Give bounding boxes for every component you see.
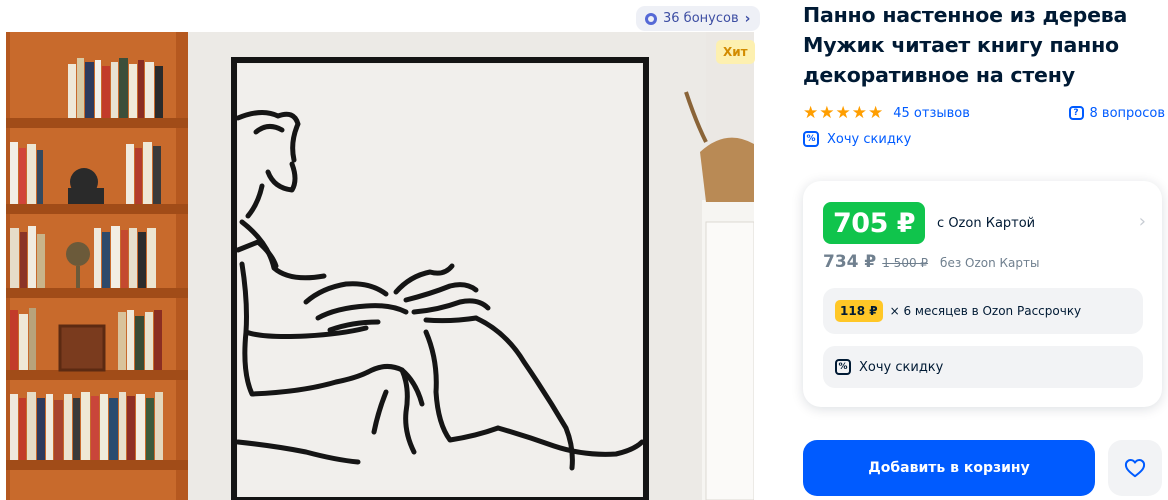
questions-link[interactable]: ? 8 вопросов [1068,105,1166,121]
rating-row: ★ ★ ★ ★ ★ 45 отзывов ? 8 вопросов [803,104,1165,122]
old-price: 1 500 ₽ [882,256,929,270]
bonus-label: 36 бонусов [663,11,739,26]
questions-label: 8 вопросов [1089,105,1166,121]
bonus-icon [645,12,657,25]
star-icon: ★ [868,103,884,123]
bonus-pill[interactable]: 36 бонусов › [636,6,761,31]
product-photo [6,32,754,500]
card-price: 705 ₽ [823,202,926,244]
star-icon: ★ [835,103,851,123]
card-price-note: с Ozon Картой [937,215,1036,231]
favorite-button[interactable] [1108,440,1162,496]
want-discount-label: Хочу скидку [827,131,912,147]
card-price-row[interactable]: 705 ₽ с Ozon Картой [823,202,1035,244]
price-card: 705 ₽ с Ozon Картой › 734 ₽ 1 500 ₽ без … [803,181,1162,407]
percent-icon: % [803,131,819,147]
installment-option[interactable]: 118 ₽ × 6 месяцев в Ozon Рассрочку [823,288,1143,334]
product-title: Панно настенное из дерева Мужик читает к… [803,3,1128,87]
star-icon: ★ [819,103,835,123]
regular-price-note: без Ozon Карты [940,256,1040,270]
star-icon: ★ [803,103,819,123]
installment-amount: 118 ₽ [835,300,883,322]
want-discount-button[interactable]: % Хочу скидку [823,346,1143,388]
regular-price-row: 734 ₽ 1 500 ₽ без Ozon Карты [823,252,1040,272]
rating-stars[interactable]: ★ ★ ★ ★ ★ [803,104,883,122]
product-image[interactable] [6,32,754,500]
percent-icon: % [835,359,851,375]
regular-price: 734 ₽ [823,252,877,272]
want-discount-link[interactable]: % Хочу скидку [803,131,911,147]
chevron-right-icon: › [744,10,751,27]
hit-badge: Хит [716,40,755,64]
reviews-link[interactable]: 45 отзывов [893,106,970,121]
question-icon: ? [1068,106,1084,120]
add-to-cart-button[interactable]: Добавить в корзину [803,440,1095,496]
installment-text: × 6 месяцев в Ozon Рассрочку [889,304,1082,318]
want-discount-button-label: Хочу скидку [859,359,944,375]
star-icon: ★ [851,103,867,123]
heart-icon [1124,459,1146,478]
chevron-right-icon[interactable]: › [1139,211,1146,232]
